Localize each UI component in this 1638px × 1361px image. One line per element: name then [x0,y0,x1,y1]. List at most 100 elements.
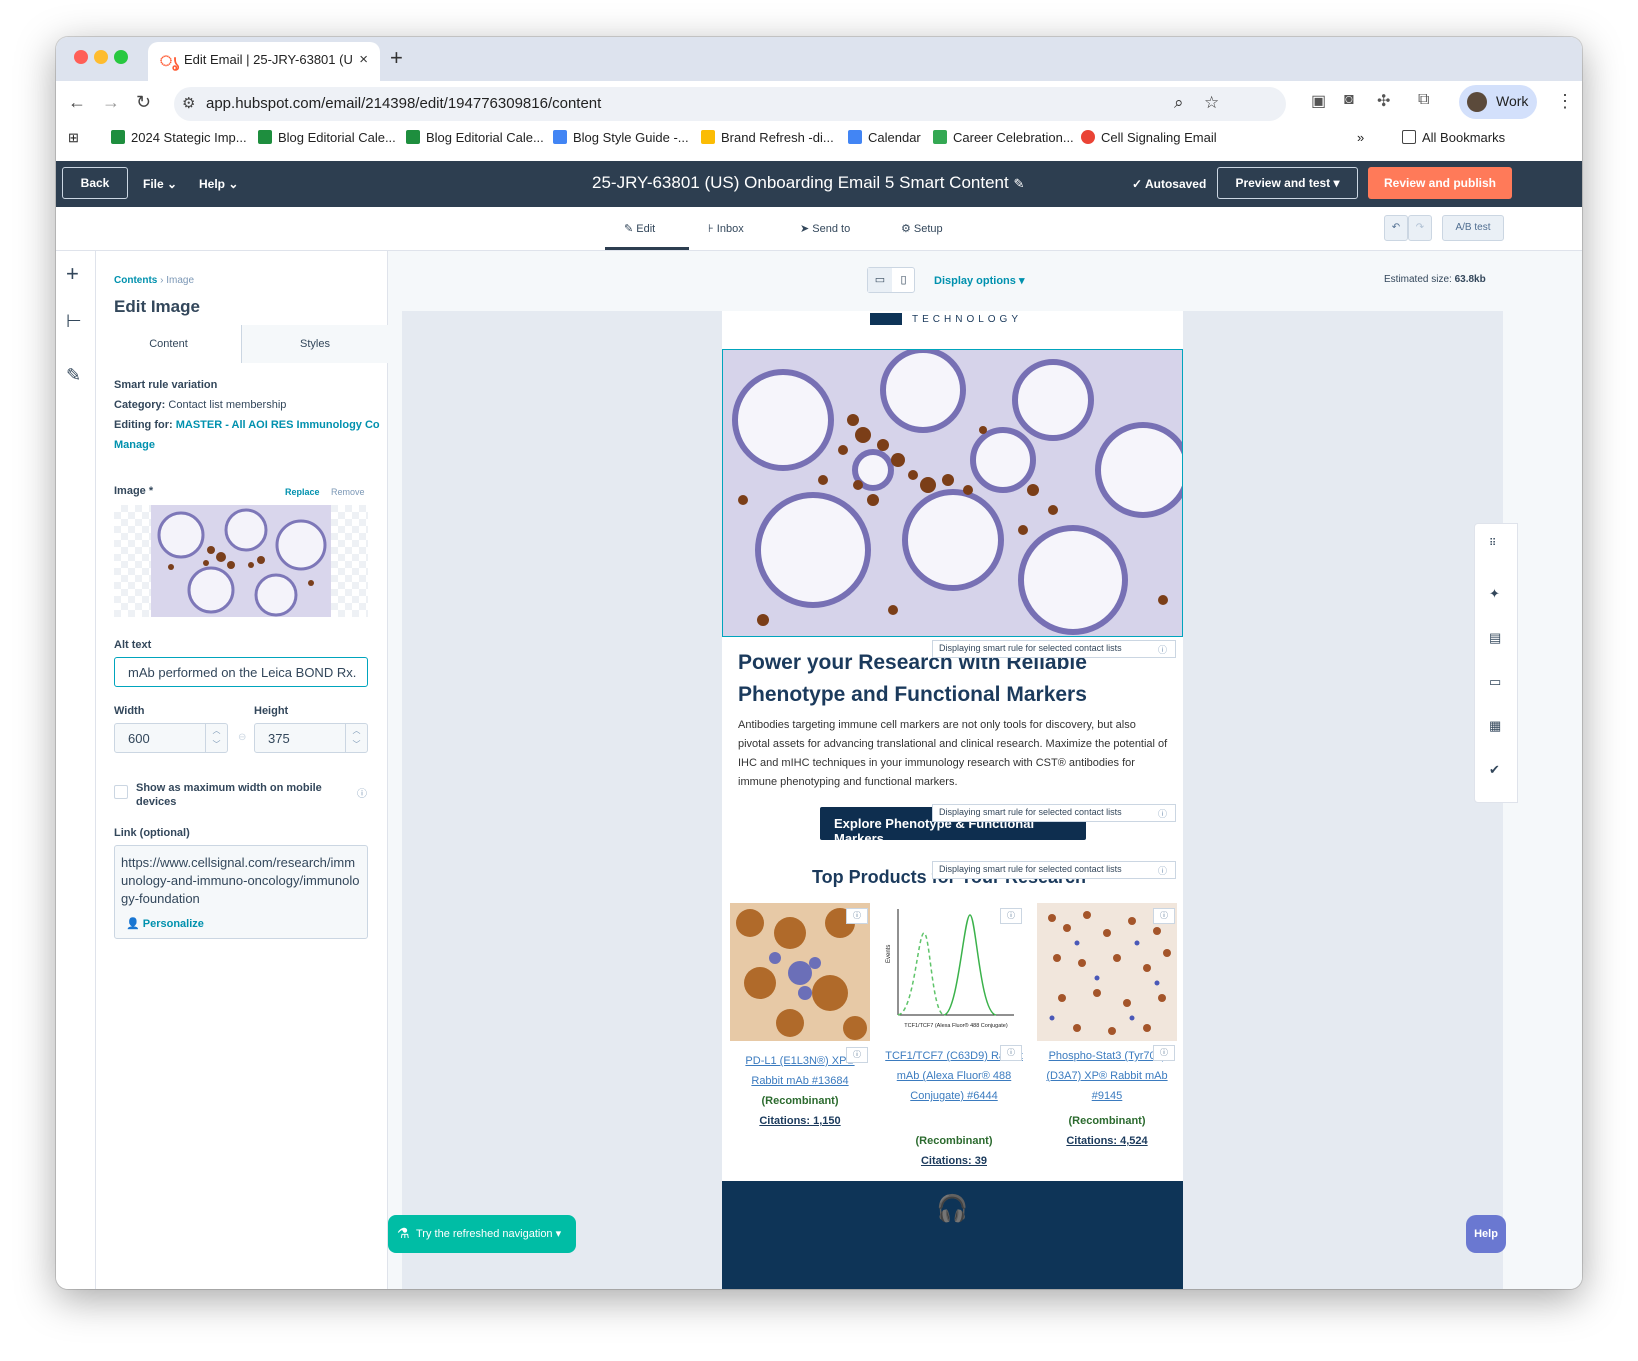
desktop-icon[interactable]: ▭ [868,268,892,292]
layout-icon[interactable]: ▭ [1489,674,1501,690]
display-options-dropdown[interactable]: Display options ▾ [934,274,1024,287]
replace-link[interactable]: Replace [285,487,320,497]
zoom-window-button[interactable] [114,50,128,64]
remove-link[interactable]: Remove [331,487,365,497]
tab-send-to-label: Send to [812,223,851,235]
manage-link[interactable]: Manage [114,439,155,451]
tree-icon[interactable]: ⊢ [66,311,82,332]
check-circle-icon[interactable]: ✔ [1489,762,1500,778]
info-icon[interactable]: ⓘ [1000,1045,1022,1061]
tab-content[interactable]: Content [96,325,242,363]
brand-logo[interactable]: TECHNOLOGY [870,311,1040,329]
close-tab-icon[interactable]: × [359,51,368,68]
address-bar[interactable]: ⚙ app.hubspot.com/email/214398/edit/1947… [174,87,1286,121]
celebration-icon [933,130,947,144]
tab-setup[interactable]: ⚙ Setup [901,222,943,235]
puzzle-icon[interactable]: ✣ [1377,91,1390,111]
more-bookmarks-icon[interactable]: » [1357,130,1364,145]
back-button[interactable]: Back [62,167,128,199]
email-footer[interactable]: 🎧 [722,1181,1183,1289]
keyboard-icon[interactable]: ⠿ [1489,538,1496,549]
image-preview[interactable] [114,505,368,617]
calendar-icon[interactable]: ▦ [1489,718,1501,734]
width-input[interactable]: 600 ︿ ﹀ [114,723,228,753]
help-button[interactable]: Help [1466,1215,1506,1253]
bookmark-2[interactable]: Blog Editorial Cale... [258,130,396,145]
redo-icon[interactable]: ↷ [1408,215,1432,241]
comment-icon[interactable]: ▤ [1489,630,1501,646]
email-title[interactable]: 25-JRY-63801 (US) Onboarding Email 5 Sma… [592,173,1024,193]
height-stepper[interactable]: ︿ ﹀ [345,724,367,752]
smart-rule-badge[interactable]: Displaying smart rule for selected conta… [932,804,1176,822]
editing-for-link[interactable]: MASTER - All AOI RES Immunology Co [176,419,380,431]
bookmark-5[interactable]: Brand Refresh -di... [701,130,834,145]
ab-test-button[interactable]: A/B test [1442,215,1504,241]
back-arrow-icon[interactable]: ← [68,92,86,113]
site-settings-icon[interactable]: ⚙ [182,94,195,112]
bookmark-8[interactable]: Cell Signaling Email [1081,130,1217,145]
brush-icon[interactable]: ✎ [66,365,81,386]
breadcrumb-contents[interactable]: Contents [114,275,157,286]
browser-menu-icon[interactable]: ⋮ [1556,91,1574,112]
reload-icon[interactable]: ↻ [136,92,151,113]
preview-and-test-button[interactable]: Preview and test ▾ [1217,167,1358,199]
mobile-icon[interactable]: ▯ [892,268,915,292]
logo-text: TECHNOLOGY [912,314,1023,325]
browser-tab-active[interactable]: ൃ Edit Email | 25-JRY-63801 (U × [148,42,380,81]
forward-arrow-icon[interactable]: → [102,92,120,113]
review-and-publish-button[interactable]: Review and publish [1368,167,1512,199]
bookmark-star-icon[interactable]: ☆ [1204,93,1219,113]
add-icon[interactable]: + [66,261,79,287]
apps-grid-icon[interactable]: ⊞ [68,130,79,146]
product-citations-2[interactable]: Citations: 39 [884,1155,1024,1167]
tab-edit[interactable]: ✎ Edit [624,222,655,235]
bookmark-7[interactable]: Career Celebration... [933,130,1074,145]
all-bookmarks[interactable]: All Bookmarks [1402,130,1505,145]
mobile-max-width-label[interactable]: Show as maximum width on mobile devices [136,781,336,809]
tab-inbox[interactable]: ⊦ Inbox [708,222,744,235]
minimize-window-button[interactable] [94,50,108,64]
bookmark-4[interactable]: Blog Style Guide -... [553,130,689,145]
flow-y-label: Events [886,945,892,963]
tab-send-to[interactable]: ➤ Send to [800,222,850,235]
help-menu[interactable]: Help ⌄ [199,177,238,191]
undo-icon[interactable]: ↶ [1384,215,1408,241]
info-icon[interactable]: ⓘ [1153,908,1175,924]
info-icon[interactable]: ⓘ [846,908,868,924]
profile-button[interactable]: Work [1459,85,1537,119]
file-menu[interactable]: File ⌄ [143,177,177,191]
hero-image[interactable] [722,347,1191,637]
close-window-button[interactable] [74,50,88,64]
info-icon: ⓘ [1157,809,1167,819]
pencil-icon[interactable]: ✎ [1013,176,1024,191]
width-stepper[interactable]: ︿ ﹀ [205,724,227,752]
smart-rule-badge[interactable]: Displaying smart rule for selected conta… [932,640,1176,658]
info-icon[interactable]: ⓘ [357,785,367,800]
product-citations-3[interactable]: Citations: 4,524 [1037,1135,1177,1147]
product-citations-1[interactable]: Citations: 1,150 [730,1115,870,1127]
flask-icon: ⚗ [397,1225,410,1241]
height-input[interactable]: 375 ︿ ﹀ [254,723,368,753]
bookmark-6[interactable]: Calendar [848,130,921,145]
bookmark-3[interactable]: Blog Editorial Cale... [406,130,544,145]
info-icon[interactable]: ⓘ [846,1047,868,1063]
try-refreshed-navigation-button[interactable]: ⚗ Try the refreshed navigation ▾ [388,1215,576,1253]
email-body-text[interactable]: Antibodies targeting immune cell markers… [738,716,1168,792]
tab-search-icon[interactable]: ⧉ [1418,91,1429,109]
bookmark-1[interactable]: 2024 Stategic Imp... [111,130,247,145]
new-tab-button[interactable]: + [390,45,403,71]
personalize-button[interactable]: 👤 Personalize [126,917,204,930]
smart-rule-badge[interactable]: Displaying smart rule for selected conta… [932,861,1176,879]
zoom-icon[interactable]: ⌕ [1174,93,1184,113]
tab-styles[interactable]: Styles [242,325,388,363]
alt-text-input[interactable]: mAb performed on the Leica BOND Rx. [114,657,368,687]
info-icon[interactable]: ⓘ [1153,1045,1175,1061]
link-dimensions-icon[interactable]: ⊖ [238,732,246,743]
tissue-thumbnail [151,505,331,617]
sparkle-icon[interactable]: ✦ [1489,586,1500,602]
info-icon[interactable]: ⓘ [1000,908,1022,924]
mobile-max-width-checkbox[interactable] [114,785,128,799]
extension-icon[interactable]: ▣ [1311,91,1326,111]
headset-icon: 🎧 [936,1193,969,1223]
camera-icon[interactable]: ◙ [1344,91,1354,109]
